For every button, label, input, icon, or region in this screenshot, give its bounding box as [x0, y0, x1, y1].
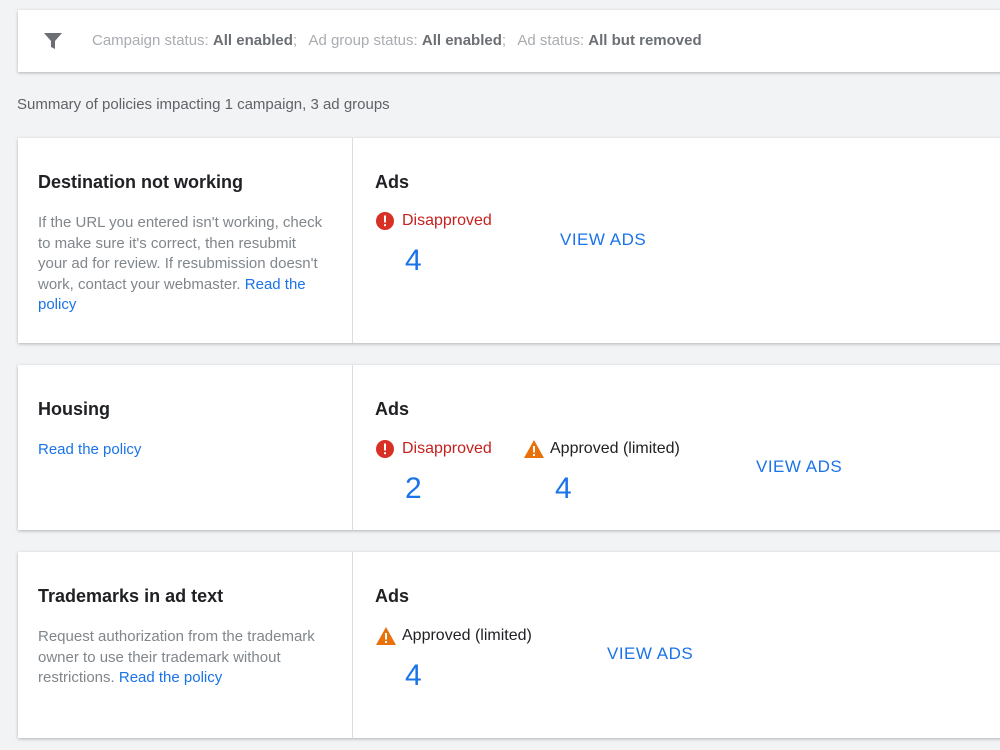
filter-label: Ad group status:: [308, 32, 422, 49]
view-ads-button[interactable]: VIEW ADS: [560, 230, 646, 250]
read-policy-link[interactable]: Read the policy: [119, 669, 222, 686]
status-label: Disapproved: [402, 440, 492, 457]
status-approved-limited: Approved (limited): [375, 626, 532, 646]
filter-value: All enabled: [421, 32, 502, 49]
filter-label: Campaign status:: [92, 32, 213, 49]
policy-summary: Summary of policies impacting 1 campaign…: [17, 96, 390, 113]
status-label: Approved (limited): [550, 440, 680, 457]
filter-bar[interactable]: Campaign status: All enabled; Ad group s…: [18, 10, 1000, 72]
error-icon: [375, 211, 395, 231]
error-icon: [375, 439, 395, 459]
view-ads-button[interactable]: VIEW ADS: [607, 644, 693, 664]
filter-value: All enabled: [212, 32, 293, 49]
status-disapproved: Disapproved: [375, 211, 492, 231]
policy-description: Read the policy: [38, 440, 328, 461]
filter-label: Ad status:: [517, 32, 589, 49]
warning-icon: [375, 626, 396, 646]
policy-title: Trademarks in ad text: [38, 586, 224, 606]
policy-card-housing: Housing Read the policy Ads Disapproved …: [18, 365, 1000, 530]
policy-description: If the URL you entered isn't working, ch…: [38, 213, 328, 316]
read-policy-link[interactable]: Read the policy: [38, 441, 141, 458]
ads-label: Ads: [375, 399, 410, 419]
status-label: Approved (limited): [402, 627, 532, 644]
status-approved-limited: Approved (limited): [523, 439, 680, 459]
policy-title: Housing: [38, 399, 110, 419]
status-label: Disapproved: [402, 212, 492, 229]
filter-campaign-status[interactable]: Campaign status: All enabled;: [92, 32, 305, 49]
filter-ad-group-status[interactable]: Ad group status: All enabled;: [308, 32, 514, 49]
disapproved-count[interactable]: 2: [405, 472, 422, 506]
status-disapproved: Disapproved: [375, 439, 492, 459]
filter-summary[interactable]: Campaign status: All enabled; Ad group s…: [92, 32, 702, 49]
filter-value: All but removed: [588, 32, 702, 49]
policy-card-destination-not-working: Destination not working If the URL you e…: [18, 138, 1000, 343]
ads-label: Ads: [375, 586, 410, 606]
filter-icon[interactable]: [42, 30, 64, 52]
view-ads-button[interactable]: VIEW ADS: [756, 457, 842, 477]
approved-limited-count[interactable]: 4: [405, 659, 422, 693]
approved-limited-count[interactable]: 4: [555, 472, 572, 506]
policy-info: Trademarks in ad text Request authorizat…: [18, 552, 353, 738]
filter-ad-status[interactable]: Ad status: All but removed: [517, 32, 701, 49]
policy-title: Destination not working: [38, 172, 243, 192]
filter-separator: ;: [501, 32, 507, 49]
warning-icon: [523, 439, 544, 459]
policy-card-trademarks: Trademarks in ad text Request authorizat…: [18, 552, 1000, 738]
policy-info: Housing Read the policy: [18, 365, 353, 530]
ads-label: Ads: [375, 172, 410, 192]
disapproved-count[interactable]: 4: [405, 244, 422, 278]
policy-info: Destination not working If the URL you e…: [18, 138, 353, 343]
policy-description: Request authorization from the trademark…: [38, 627, 328, 689]
filter-separator: ;: [292, 32, 298, 49]
